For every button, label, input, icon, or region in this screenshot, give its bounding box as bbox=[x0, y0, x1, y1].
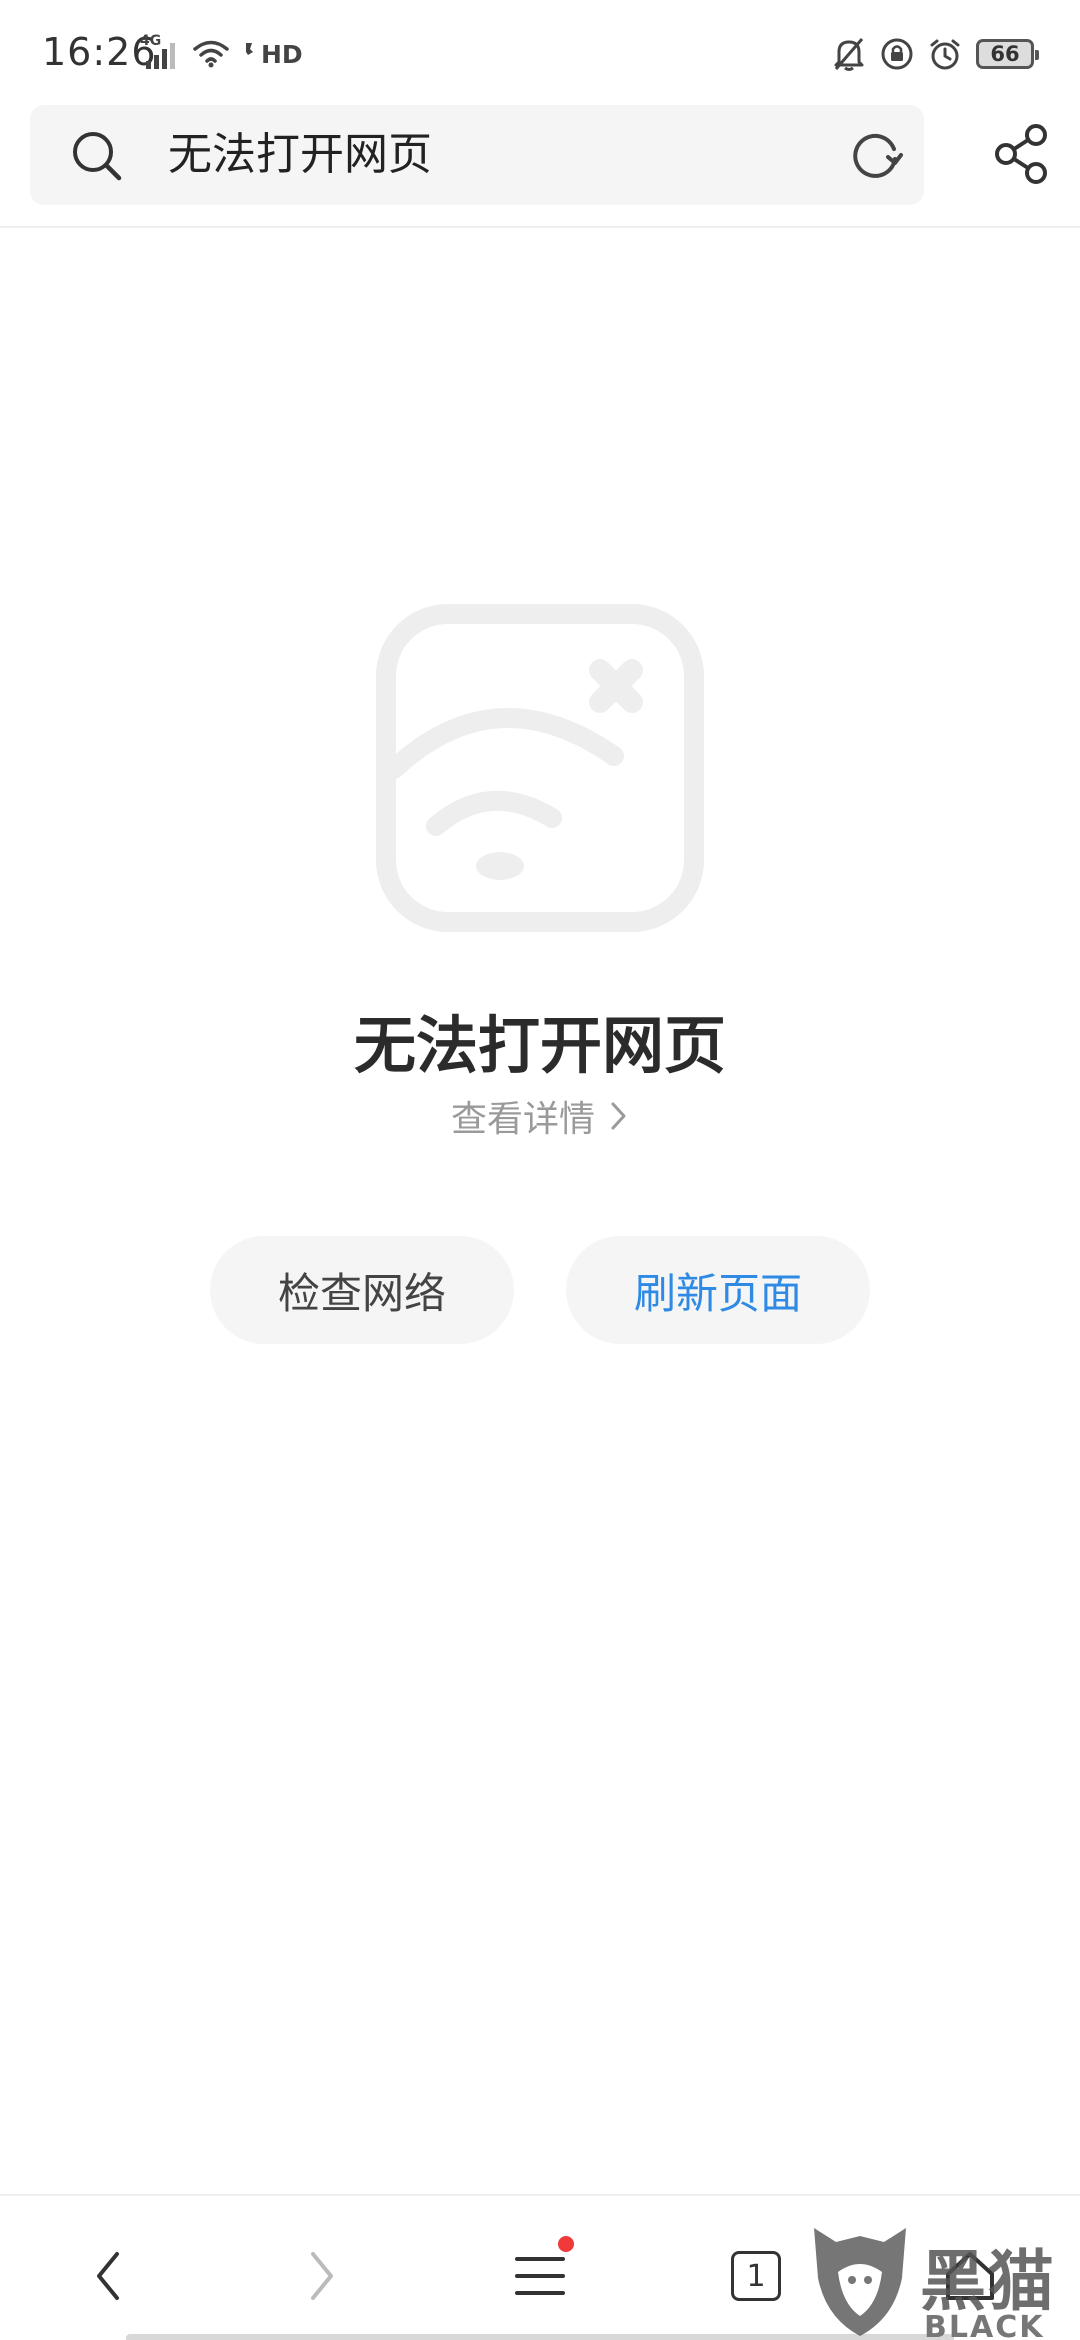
tabs-button[interactable]: 1 bbox=[716, 2236, 796, 2316]
view-details-link[interactable]: 查看详情 bbox=[0, 1090, 1080, 1142]
watermark-brand-en: BLACK CAT bbox=[924, 2310, 1045, 2340]
menu-icon[interactable] bbox=[513, 2251, 567, 2301]
notification-dot bbox=[558, 2236, 574, 2252]
cat-logo-icon bbox=[814, 2228, 906, 2336]
back-button[interactable] bbox=[68, 2236, 148, 2316]
hd-label: HD bbox=[261, 39, 303, 69]
back-icon[interactable] bbox=[93, 2248, 123, 2304]
rotation-lock-icon bbox=[881, 38, 913, 70]
bell-off-icon bbox=[834, 38, 864, 71]
watermark: 黑猫 BLACK CAT bbox=[808, 2218, 1080, 2340]
page-title[interactable]: 无法打开网页 bbox=[168, 129, 432, 181]
error-title: 无法打开网页 bbox=[353, 1009, 726, 1082]
status-bar: 16:26 4G HD 66 bbox=[0, 0, 1080, 100]
browser-screen: 16:26 4G HD 66 无法打开网页 无法打开网页 查看详情 检查网络 刷… bbox=[0, 0, 1080, 2340]
tabs-icon[interactable]: 1 bbox=[731, 2251, 781, 2301]
alarm-icon bbox=[930, 39, 960, 70]
share-icon[interactable] bbox=[992, 123, 1050, 185]
battery-icon: 66 bbox=[976, 39, 1039, 69]
forward-icon[interactable] bbox=[307, 2248, 337, 2304]
hd-call-icon: HD bbox=[242, 40, 303, 69]
address-field[interactable]: 无法打开网页 bbox=[30, 105, 924, 205]
chevron-right-icon[interactable] bbox=[609, 1100, 629, 1132]
address-bar: 无法打开网页 bbox=[0, 100, 1080, 228]
forward-button[interactable] bbox=[282, 2236, 362, 2316]
search-icon[interactable] bbox=[70, 129, 124, 183]
no-connection-icon bbox=[376, 604, 704, 932]
wifi-icon bbox=[193, 40, 229, 68]
status-left-icons: 4G HD bbox=[140, 33, 303, 74]
menu-button[interactable] bbox=[500, 2236, 580, 2316]
battery-level: 66 bbox=[990, 41, 1020, 66]
check-network-button[interactable]: 检查网络 bbox=[210, 1236, 514, 1344]
view-details-label[interactable]: 查看详情 bbox=[451, 1090, 595, 1142]
tab-count: 1 bbox=[746, 2258, 766, 2294]
reload-icon[interactable] bbox=[848, 127, 904, 183]
status-right-icons: 66 bbox=[832, 32, 1039, 76]
refresh-page-button[interactable]: 刷新页面 bbox=[566, 1236, 870, 1344]
signal-icon: 4G bbox=[140, 33, 180, 71]
